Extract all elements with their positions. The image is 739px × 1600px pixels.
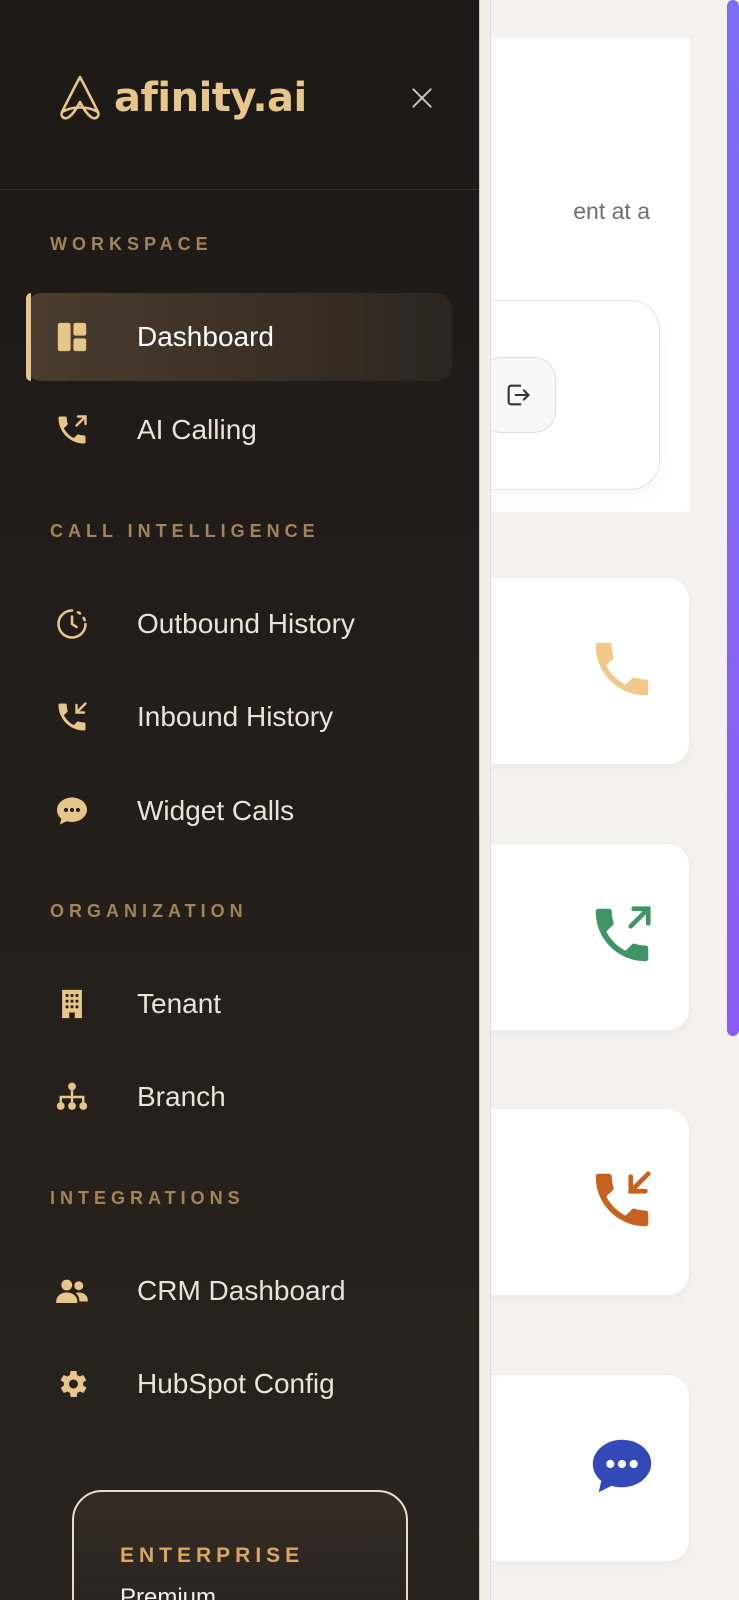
brand-name: afinity.ai [114, 75, 307, 121]
sidebar-item-label: AI Calling [137, 414, 257, 445]
gear-icon [52, 1364, 92, 1404]
brand-logo[interactable]: afinity.ai [54, 72, 307, 124]
close-sidebar-button[interactable] [404, 80, 440, 116]
phone-outgoing-icon [577, 890, 667, 980]
sidebar-item-ai-calling[interactable]: AI Calling [26, 386, 452, 474]
sidebar-item-inbound-history[interactable]: Inbound History [26, 673, 452, 761]
sidebar-item-label: Branch [137, 1081, 226, 1112]
sidebar-item-label: Tenant [137, 988, 222, 1019]
section-label-workspace: WORKSPACE [50, 234, 213, 254]
sidebar-item-hubspot-config[interactable]: HubSpot Config [26, 1340, 452, 1428]
sidebar-item-dashboard[interactable]: Dashboard [26, 293, 452, 381]
hierarchy-icon [52, 1077, 92, 1117]
sidebar-item-widget-calls[interactable]: Widget Calls [26, 767, 452, 855]
section-label-call-intelligence: CALL INTELLIGENCE [50, 521, 320, 541]
logo-mark-icon [60, 75, 100, 120]
phone-incoming-icon [52, 697, 92, 737]
sidebar-item-label: Inbound History [137, 701, 334, 732]
sidebar-item-outbound-history[interactable]: Outbound History [26, 580, 452, 668]
users-icon [52, 1271, 92, 1311]
plan-tier: ENTERPRISE [120, 1544, 305, 1567]
phone-outgoing-icon [52, 410, 92, 450]
phone-icon [577, 624, 667, 714]
chat-bubble-icon [52, 791, 92, 831]
sidebar-item-tenant[interactable]: Tenant [26, 960, 452, 1048]
page-scrollbar[interactable] [727, 0, 739, 1036]
sidebar-item-label: Dashboard [137, 321, 274, 352]
plan-name: Premium [120, 1584, 217, 1600]
sidebar-item-label: HubSpot Config [137, 1368, 335, 1399]
close-icon [412, 88, 432, 108]
sidebar-header: afinity.ai [0, 0, 479, 190]
sidebar-item-crm-dashboard[interactable]: CRM Dashboard [26, 1247, 452, 1335]
phone-incoming-icon [577, 1155, 667, 1245]
logout-icon [507, 384, 530, 406]
sidebar-drawer: afinity.ai WORKSPACE Dashboard AI Callin… [0, 0, 479, 1600]
drawer-resize-edge [479, 0, 491, 1600]
plan-card[interactable]: ENTERPRISE Premium [72, 1490, 408, 1600]
section-label-organization: ORGANIZATION [50, 901, 248, 921]
dashboard-icon [52, 317, 92, 357]
sidebar-item-label: CRM Dashboard [137, 1275, 346, 1306]
sidebar-item-branch[interactable]: Branch [26, 1053, 452, 1141]
logout-button[interactable] [480, 357, 556, 433]
building-icon [52, 984, 92, 1024]
clock-history-icon [52, 604, 92, 644]
sidebar-item-label: Widget Calls [137, 795, 295, 826]
chat-bubble-icon [577, 1421, 667, 1511]
section-label-integrations: INTEGRATIONS [50, 1188, 245, 1208]
sidebar-item-label: Outbound History [137, 608, 355, 639]
